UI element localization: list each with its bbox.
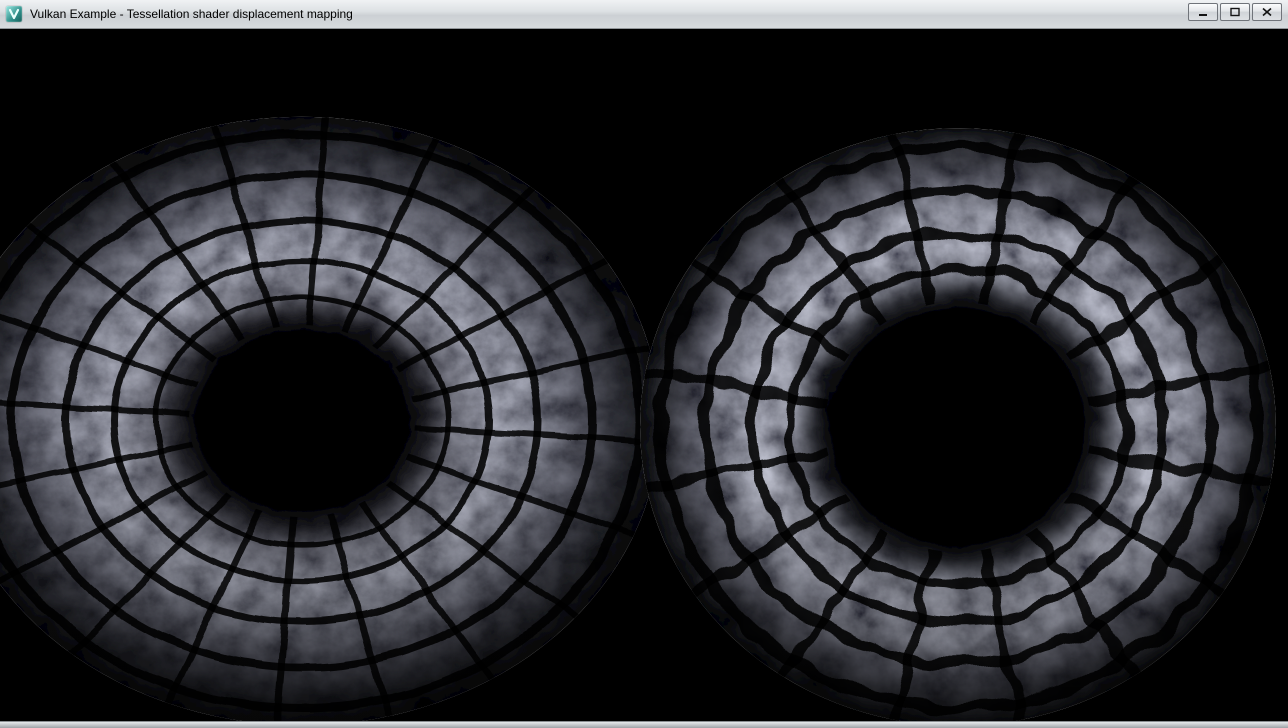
scene-svg — [0, 29, 1288, 721]
window-title: Vulkan Example - Tessellation shader dis… — [28, 7, 353, 21]
maximize-icon — [1229, 7, 1241, 17]
window-controls — [1188, 3, 1282, 21]
app-icon[interactable] — [6, 6, 22, 22]
minimize-icon — [1197, 7, 1209, 17]
app-window: Vulkan Example - Tessellation shader dis… — [0, 0, 1288, 728]
window-titlebar[interactable]: Vulkan Example - Tessellation shader dis… — [0, 0, 1288, 29]
torus-right — [640, 128, 1276, 721]
maximize-button[interactable] — [1220, 3, 1250, 21]
minimize-button[interactable] — [1188, 3, 1218, 21]
window-resize-edge-bottom[interactable] — [0, 721, 1288, 728]
close-icon — [1261, 7, 1273, 17]
render-viewport[interactable] — [0, 29, 1288, 721]
vulkan-v-icon — [6, 6, 22, 22]
close-button[interactable] — [1252, 3, 1282, 21]
